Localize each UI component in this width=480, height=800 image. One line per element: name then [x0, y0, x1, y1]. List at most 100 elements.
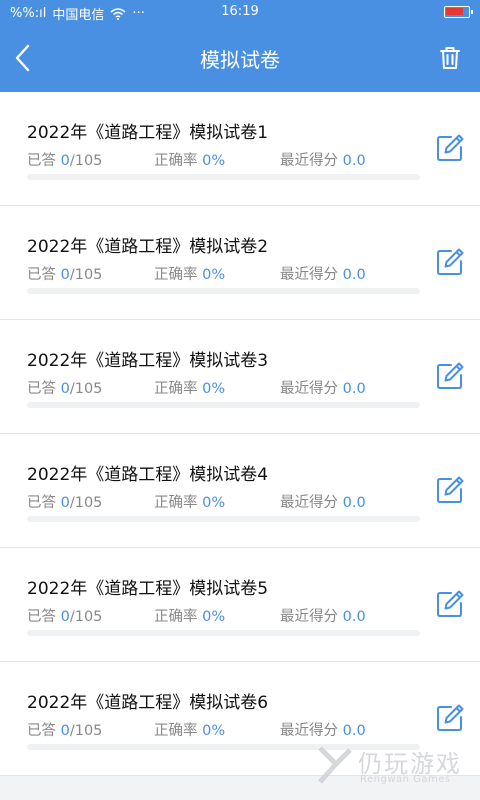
accuracy-label: 正确率	[154, 495, 203, 511]
answered-count: 0	[60, 381, 70, 397]
answered-stat: 已答 0/105	[27, 719, 102, 740]
score-value: 0.0	[342, 723, 366, 739]
answered-label: 已答	[27, 609, 61, 625]
accuracy-stat: 正确率 0%	[154, 377, 225, 398]
answered-total: /105	[69, 495, 103, 511]
answered-count: 0	[60, 153, 70, 169]
paper-title: 2022年《道路工程》模拟试卷1	[27, 123, 269, 143]
score-stat: 最近得分 0.0	[280, 149, 366, 170]
answered-label: 已答	[27, 153, 61, 169]
edit-icon	[437, 476, 464, 503]
answered-stat: 已答 0/105	[27, 491, 102, 512]
status-time: 16:19	[221, 4, 259, 19]
accuracy-label: 正确率	[154, 267, 203, 283]
paper-title: 2022年《道路工程》模拟试卷4	[27, 465, 269, 485]
paper-card[interactable]: 2022年《道路工程》模拟试卷1 已答 0/105 正确率 0% 最近得分 0.…	[0, 92, 480, 206]
score-stat: 最近得分 0.0	[280, 263, 366, 284]
paper-list: 2022年《道路工程》模拟试卷1 已答 0/105 正确率 0% 最近得分 0.…	[0, 92, 480, 800]
page-title: 模拟试卷	[200, 48, 280, 72]
paper-card[interactable]: 2022年《道路工程》模拟试卷6 已答 0/105 正确率 0% 最近得分 0.…	[0, 662, 480, 776]
accuracy-stat: 正确率 0%	[154, 491, 225, 512]
edit-button[interactable]	[434, 702, 466, 734]
edit-icon	[437, 704, 464, 731]
accuracy-label: 正确率	[154, 153, 203, 169]
back-button[interactable]	[6, 38, 46, 78]
edit-icon	[437, 248, 464, 275]
trash-icon	[440, 47, 460, 69]
score-label: 最近得分	[280, 609, 343, 625]
score-label: 最近得分	[280, 381, 343, 397]
delete-button[interactable]	[432, 40, 468, 76]
score-stat: 最近得分 0.0	[280, 605, 366, 626]
accuracy-label: 正确率	[154, 609, 203, 625]
progress-bar	[27, 516, 420, 522]
paper-card[interactable]: 2022年《道路工程》模拟试卷2 已答 0/105 正确率 0% 最近得分 0.…	[0, 206, 480, 320]
progress-bar	[27, 174, 420, 180]
edit-icon	[437, 134, 464, 161]
answered-stat: 已答 0/105	[27, 263, 102, 284]
edit-button[interactable]	[434, 588, 466, 620]
answered-count: 0	[60, 723, 70, 739]
edit-button[interactable]	[434, 246, 466, 278]
edit-icon	[437, 362, 464, 389]
paper-title: 2022年《道路工程》模拟试卷5	[27, 579, 269, 599]
score-value: 0.0	[342, 495, 366, 511]
paper-card[interactable]: 2022年《道路工程》模拟试卷4 已答 0/105 正确率 0% 最近得分 0.…	[0, 434, 480, 548]
edit-button[interactable]	[434, 360, 466, 392]
accuracy-label: 正确率	[154, 381, 203, 397]
score-label: 最近得分	[280, 153, 343, 169]
score-value: 0.0	[342, 153, 366, 169]
answered-label: 已答	[27, 723, 61, 739]
answered-total: /105	[69, 723, 103, 739]
score-value: 0.0	[342, 609, 366, 625]
score-label: 最近得分	[280, 267, 343, 283]
answered-count: 0	[60, 495, 70, 511]
accuracy-label: 正确率	[154, 723, 203, 739]
accuracy-value: 0%	[202, 723, 226, 739]
paper-card[interactable]: 2022年《道路工程》模拟试卷5 已答 0/105 正确率 0% 最近得分 0.…	[0, 548, 480, 662]
edit-button[interactable]	[434, 132, 466, 164]
accuracy-value: 0%	[202, 267, 226, 283]
accuracy-value: 0%	[202, 381, 226, 397]
accuracy-value: 0%	[202, 153, 226, 169]
edit-button[interactable]	[434, 474, 466, 506]
answered-stat: 已答 0/105	[27, 377, 102, 398]
accuracy-value: 0%	[202, 495, 226, 511]
answered-total: /105	[69, 153, 103, 169]
answered-label: 已答	[27, 381, 61, 397]
paper-title: 2022年《道路工程》模拟试卷3	[27, 351, 269, 371]
progress-bar	[27, 402, 420, 408]
score-stat: 最近得分 0.0	[280, 491, 366, 512]
score-value: 0.0	[342, 267, 366, 283]
chevron-left-icon	[15, 44, 30, 72]
answered-stat: 已答 0/105	[27, 149, 102, 170]
answered-count: 0	[60, 267, 70, 283]
edit-icon	[437, 590, 464, 617]
paper-title: 2022年《道路工程》模拟试卷2	[27, 237, 269, 257]
score-label: 最近得分	[280, 495, 343, 511]
score-label: 最近得分	[280, 723, 343, 739]
accuracy-value: 0%	[202, 609, 226, 625]
answered-label: 已答	[27, 267, 61, 283]
answered-total: /105	[69, 267, 103, 283]
answered-label: 已答	[27, 495, 61, 511]
progress-bar	[27, 288, 420, 294]
accuracy-stat: 正确率 0%	[154, 605, 225, 626]
answered-total: /105	[69, 381, 103, 397]
answered-stat: 已答 0/105	[27, 605, 102, 626]
accuracy-stat: 正确率 0%	[154, 263, 225, 284]
progress-bar	[27, 630, 420, 636]
answered-total: /105	[69, 609, 103, 625]
paper-title: 2022年《道路工程》模拟试卷6	[27, 693, 269, 713]
score-stat: 最近得分 0.0	[280, 719, 366, 740]
progress-bar	[27, 744, 420, 750]
battery-level	[446, 8, 463, 15]
status-bar: %%:ıl 中国电信 ··· 16:19	[0, 0, 480, 24]
paper-card[interactable]: 2022年《道路工程》模拟试卷3 已答 0/105 正确率 0% 最近得分 0.…	[0, 320, 480, 434]
battery-icon	[444, 6, 473, 18]
score-value: 0.0	[342, 381, 366, 397]
answered-count: 0	[60, 609, 70, 625]
accuracy-stat: 正确率 0%	[154, 149, 225, 170]
nav-bar: 模拟试卷	[0, 24, 480, 92]
score-stat: 最近得分 0.0	[280, 377, 366, 398]
